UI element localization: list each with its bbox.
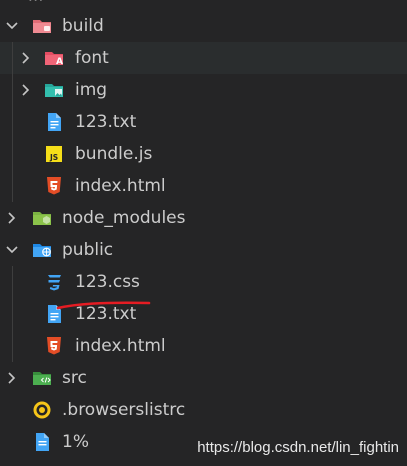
explorer-section-header-partial: ··· <box>28 0 44 9</box>
chevron-right-icon <box>8 212 16 224</box>
red-annotation-stroke <box>56 301 151 310</box>
html5-file-icon <box>47 337 61 355</box>
tree-item-build-index-html[interactable]: index.html <box>0 170 407 202</box>
javascript-file-icon: JS <box>46 146 62 162</box>
tree-item-browserslistrc[interactable]: .browserslistrc <box>0 394 407 426</box>
indent-guide <box>12 42 13 74</box>
tree-item-build[interactable]: build <box>0 10 407 42</box>
tree-item-img[interactable]: img <box>0 74 407 106</box>
folder-images-icon <box>45 84 63 97</box>
chevron-down-icon <box>6 246 18 254</box>
tree-item-label: build <box>62 16 104 36</box>
tree-item-label: src <box>62 368 87 388</box>
chevron-down-icon <box>6 22 18 30</box>
svg-text:A: A <box>56 57 63 67</box>
tree-item-bundle-js[interactable]: JS bundle.js <box>0 138 407 170</box>
tree-item-font[interactable]: A font <box>0 42 407 74</box>
watermark-url: https://blog.csdn.net/lin_fightin <box>197 439 399 456</box>
indent-guide <box>12 170 13 202</box>
chevron-right-icon <box>22 84 30 96</box>
folder-public-icon <box>33 244 51 257</box>
indent-guide <box>12 330 13 362</box>
folder-build-icon <box>33 20 51 33</box>
tree-item-label: 123.css <box>75 272 140 292</box>
indent-guide <box>12 138 13 170</box>
tree-item-label: index.html <box>75 176 166 196</box>
tree-item-label: img <box>75 80 108 100</box>
folder-src-icon <box>33 372 51 385</box>
tree-item-label: .browserslistrc <box>62 400 186 420</box>
browserslist-icon <box>33 401 51 419</box>
tree-item-label: 123.txt <box>75 112 137 132</box>
css3-file-icon <box>48 275 61 291</box>
tree-item-node-modules[interactable]: node_modules <box>0 202 407 234</box>
tree-item-public[interactable]: public <box>0 234 407 266</box>
folder-node-icon <box>33 212 51 225</box>
tree-item-label: bundle.js <box>75 144 153 164</box>
tree-item-public-123-css[interactable]: 123.css <box>0 266 407 298</box>
tree-item-label: font <box>75 48 109 68</box>
chevron-right-icon <box>22 52 30 64</box>
tree-item-label: public <box>62 240 114 260</box>
tree-item-label: node_modules <box>62 208 186 228</box>
indent-guide <box>12 266 13 298</box>
indent-guide <box>12 106 13 138</box>
tree-item-label: index.html <box>75 336 166 356</box>
tree-item-src[interactable]: src <box>0 362 407 394</box>
folder-font-icon: A <box>45 52 63 67</box>
indent-guide <box>12 74 13 106</box>
html5-file-icon <box>47 177 61 195</box>
generic-file-icon <box>36 433 49 451</box>
chevron-right-icon <box>8 372 16 384</box>
svg-text:JS: JS <box>49 153 58 162</box>
indent-guide <box>12 298 13 330</box>
tree-item-build-123-txt[interactable]: 123.txt <box>0 106 407 138</box>
text-file-icon <box>48 113 61 131</box>
tree-item-label: 1% <box>62 432 89 452</box>
tree-item-public-index-html[interactable]: index.html <box>0 330 407 362</box>
